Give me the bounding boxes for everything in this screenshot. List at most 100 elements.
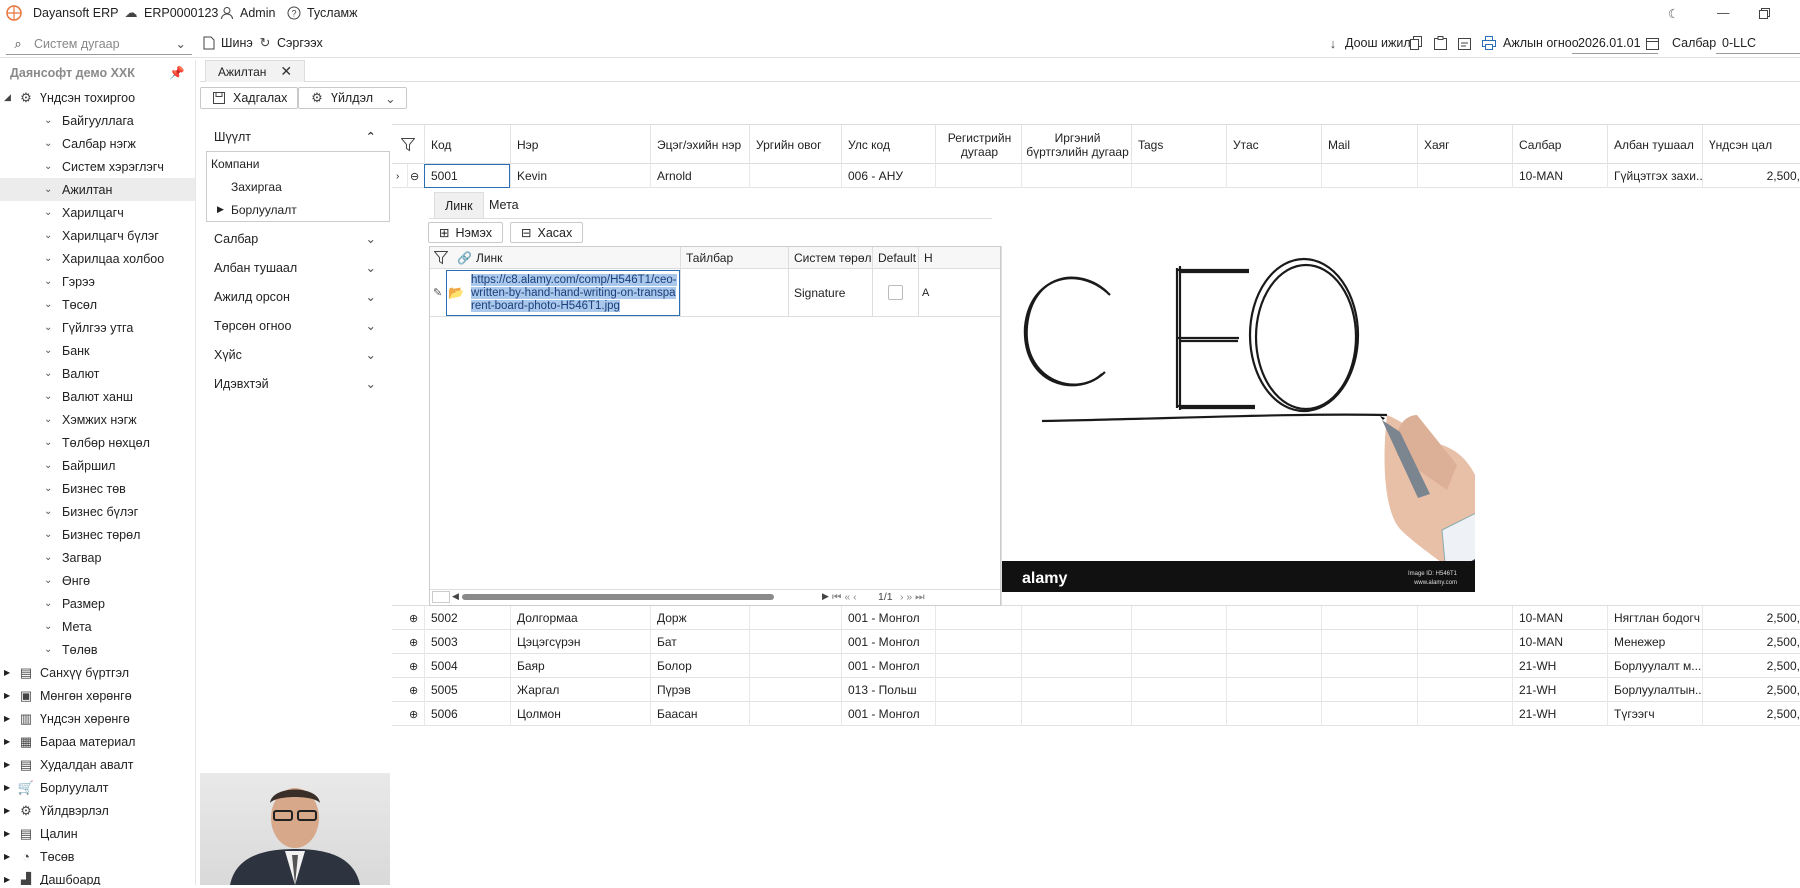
column-header[interactable]: Код xyxy=(424,125,510,165)
sidebar-module[interactable]: ▶ ▥ Үндсэн хөрөнгө xyxy=(0,707,195,730)
sidebar-item[interactable]: ⌄ Гүйлгээ утга xyxy=(0,316,195,339)
table-cell[interactable] xyxy=(749,654,841,678)
cell-father[interactable]: Arnold xyxy=(650,164,749,188)
sidebar-root-basic-settings[interactable]: ◢ ⚙ Үндсэн тохиргоо xyxy=(0,86,195,109)
table-cell[interactable]: 2,500, xyxy=(1702,630,1800,654)
down-same-button[interactable]: ↓ Доош ижил xyxy=(1325,32,1411,54)
sidebar-item[interactable]: ⌄ Бизнес бүлэг xyxy=(0,500,195,523)
table-cell[interactable] xyxy=(1021,630,1131,654)
close-icon[interactable]: ✕ xyxy=(280,63,292,80)
collapse-row-icon[interactable]: ⊖ xyxy=(407,164,424,188)
table-cell[interactable] xyxy=(749,678,841,702)
user-menu[interactable]: Admin xyxy=(219,0,275,26)
table-cell[interactable]: 21-WH xyxy=(1512,702,1607,726)
column-header[interactable]: Эцэг/эхийн нэр xyxy=(650,125,749,165)
table-cell[interactable]: 013 - Польш xyxy=(841,678,935,702)
table-cell[interactable] xyxy=(1021,702,1131,726)
table-cell[interactable]: 5005 xyxy=(424,678,510,702)
expand-row-icon[interactable]: ⊕ xyxy=(407,630,424,654)
tab-employee[interactable]: Ажилтан ✕ xyxy=(205,60,306,82)
sidebar-item[interactable]: ⌄ Төлбөр нөхцөл xyxy=(0,431,195,454)
print-icon[interactable] xyxy=(1482,32,1496,54)
sidebar-item[interactable]: ⌄ Байгууллага xyxy=(0,109,195,132)
cell-phone[interactable] xyxy=(1226,164,1321,188)
expand-row-icon[interactable]: ⊕ xyxy=(407,702,424,726)
table-cell[interactable]: Болор xyxy=(650,654,749,678)
sidebar-module[interactable]: ▶ ⚙ Үйлдвэрлэл xyxy=(0,799,195,822)
table-cell[interactable] xyxy=(935,630,1021,654)
table-cell[interactable] xyxy=(935,678,1021,702)
table-cell[interactable] xyxy=(1417,606,1512,630)
sidebar-item[interactable]: ⌄ Гэрээ xyxy=(0,270,195,293)
table-row[interactable]: ⊕ 5002 Долгормаа Дорж 001 - Монгол 10-MAN Нягт… xyxy=(392,606,1800,630)
minimize-icon[interactable]: — xyxy=(1717,0,1730,26)
grid-filter-icon[interactable] xyxy=(392,125,424,165)
table-cell[interactable] xyxy=(1021,654,1131,678)
table-cell[interactable]: Дорж xyxy=(650,606,749,630)
new-button[interactable]: Шинэ xyxy=(201,32,253,54)
table-cell[interactable] xyxy=(1131,678,1226,702)
sidebar-item[interactable]: ⌄ Салбар нэгж xyxy=(0,132,195,155)
server-indicator[interactable]: ☁ ERP0000123 xyxy=(123,0,219,26)
sidebar-item[interactable]: ⌄ Төсөл xyxy=(0,293,195,316)
table-cell[interactable] xyxy=(935,654,1021,678)
table-cell[interactable] xyxy=(1417,702,1512,726)
scroll-left-icon[interactable]: ◀ xyxy=(452,591,459,602)
sidebar-module[interactable]: ▶ ▤ Цалин xyxy=(0,822,195,845)
remove-link-button[interactable]: ⊟ Хасах xyxy=(510,222,584,243)
expand-row-icon[interactable]: ⊕ xyxy=(407,678,424,702)
table-cell[interactable] xyxy=(1321,678,1417,702)
table-cell[interactable] xyxy=(749,630,841,654)
column-header[interactable]: Иргэний бүртгэлийн дугаар xyxy=(1021,125,1131,165)
column-header[interactable]: Албан тушаал xyxy=(1607,125,1702,165)
sidebar-module[interactable]: ▶ 🛒 Борлуулалт xyxy=(0,776,195,799)
sidebar-item[interactable]: ⌄ Төлөв xyxy=(0,638,195,661)
company-option-admin[interactable]: Захиргаа xyxy=(207,175,389,198)
filter-group[interactable]: Салбар ⌄ xyxy=(200,224,390,253)
table-cell[interactable]: Долгормаа xyxy=(510,606,650,630)
table-cell[interactable]: Бат xyxy=(650,630,749,654)
table-cell[interactable] xyxy=(1131,702,1226,726)
table-cell[interactable]: 5004 xyxy=(424,654,510,678)
system-type-cell[interactable]: Signature xyxy=(788,269,872,316)
filter-group[interactable]: Хүйс ⌄ xyxy=(200,340,390,369)
sidebar-item[interactable]: ⌄ Размер xyxy=(0,592,195,615)
link-column-header[interactable]: Систем төрөл xyxy=(788,247,872,269)
cell-position[interactable]: Гүйцэтгэх захи... xyxy=(1607,164,1702,188)
table-cell[interactable] xyxy=(935,606,1021,630)
copy-icon[interactable] xyxy=(1410,32,1423,54)
table-cell[interactable]: 001 - Монгол xyxy=(841,630,935,654)
filter-title[interactable]: Шүүлт ⌃ xyxy=(200,122,390,151)
table-cell[interactable] xyxy=(1321,654,1417,678)
filter-group[interactable]: Албан тушаал ⌄ xyxy=(200,253,390,282)
cell-salary[interactable]: 2,500, xyxy=(1702,164,1800,188)
sidebar-item[interactable]: ⌄ Хэмжих нэгж xyxy=(0,408,195,431)
table-cell[interactable]: Борлуулалт м... xyxy=(1607,654,1702,678)
add-link-button[interactable]: ⊞ Нэмэх xyxy=(428,222,503,243)
cell-civil-id[interactable] xyxy=(1021,164,1131,188)
table-cell[interactable]: 5003 xyxy=(424,630,510,654)
table-cell[interactable]: Баасан xyxy=(650,702,749,726)
table-cell[interactable]: 2,500, xyxy=(1702,654,1800,678)
tab-link[interactable]: Линк xyxy=(434,192,484,218)
sidebar-item[interactable]: ⌄ Харилцагч бүлэг xyxy=(0,224,195,247)
sidebar-item[interactable]: ⌄ Бизнес төрөл xyxy=(0,523,195,546)
pager-next-icon[interactable]: › » ⏭ xyxy=(900,591,925,604)
sidebar-module[interactable]: ▶ ▟ Дашбоард xyxy=(0,868,195,886)
table-cell[interactable]: Нягтлан бодогч xyxy=(1607,606,1702,630)
pager-first-icon[interactable]: ⏮ « ‹ xyxy=(832,591,857,604)
table-cell[interactable]: 10-MAN xyxy=(1512,606,1607,630)
cell-address[interactable] xyxy=(1417,164,1512,188)
sidebar-item[interactable]: ⌄ Харилцагч xyxy=(0,201,195,224)
table-cell[interactable]: 5002 xyxy=(424,606,510,630)
table-cell[interactable]: 2,500, xyxy=(1702,702,1800,726)
table-cell[interactable]: Борлуулалтын... xyxy=(1607,678,1702,702)
paste-icon[interactable] xyxy=(1434,32,1447,54)
table-row[interactable]: ⊕ 5003 Цэцэгсүрэн Бат 001 - Монгол 10-MAN Мене… xyxy=(392,630,1800,654)
table-cell[interactable]: 001 - Монгол xyxy=(841,654,935,678)
table-cell[interactable]: Цэцэгсүрэн xyxy=(510,630,650,654)
table-cell[interactable]: 21-WH xyxy=(1512,654,1607,678)
cell-register[interactable] xyxy=(935,164,1021,188)
sidebar-item[interactable]: ⌄ Валют xyxy=(0,362,195,385)
table-cell[interactable]: 2,500, xyxy=(1702,678,1800,702)
